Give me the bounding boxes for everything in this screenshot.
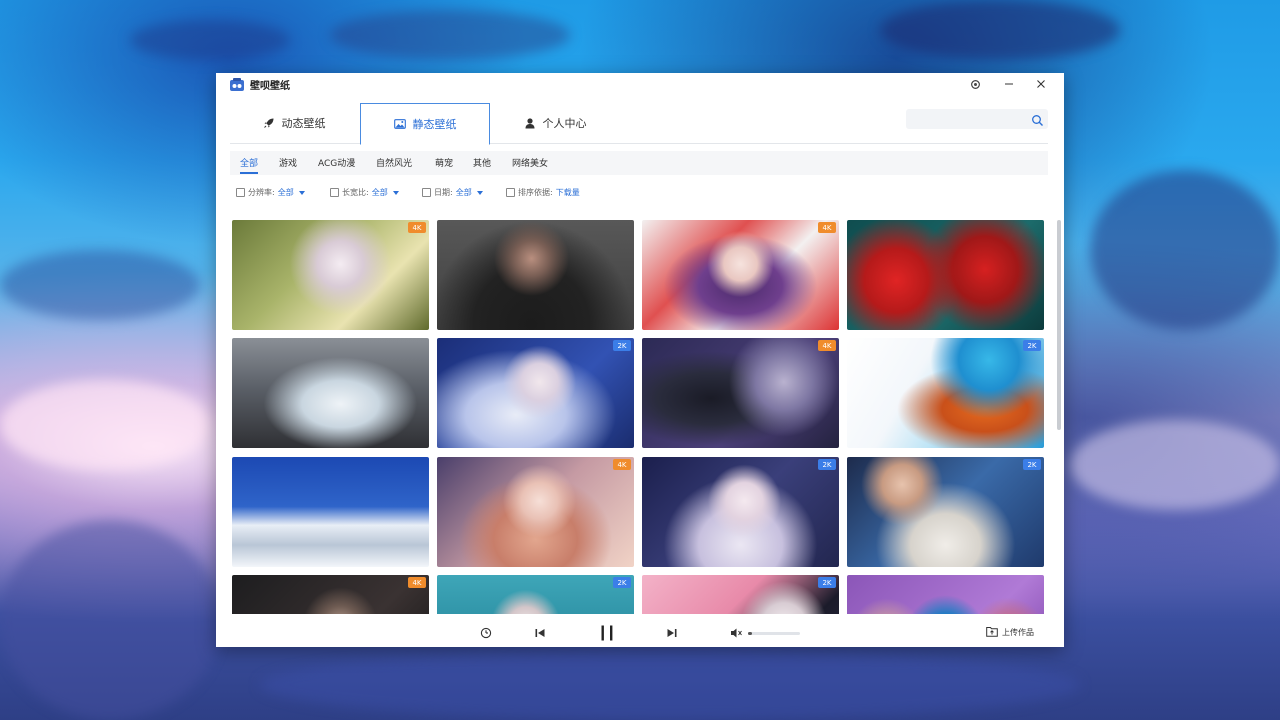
quality-badge: 2K xyxy=(613,577,631,588)
quality-badge: 4K xyxy=(818,340,836,351)
wallpaper-thumbnail[interactable]: 2K xyxy=(642,457,839,567)
category-acg[interactable]: ACG动漫 xyxy=(318,156,355,169)
wallpaper-thumbnail[interactable]: 2K xyxy=(437,575,634,614)
pause-icon[interactable] xyxy=(596,624,618,642)
wallpaper-thumbnail[interactable]: 4K xyxy=(642,338,839,448)
category-other[interactable]: 其他 xyxy=(473,156,491,169)
wallpaper-thumbnail[interactable] xyxy=(437,220,634,330)
wallpaper-thumbnail[interactable]: 2K xyxy=(642,575,839,614)
quality-badge: 2K xyxy=(613,340,631,351)
minimize-icon[interactable] xyxy=(998,75,1020,93)
tab-dynamic-wallpaper[interactable]: 动态壁纸 xyxy=(230,103,358,142)
quality-badge: 2K xyxy=(1023,459,1041,470)
quality-badge: 4K xyxy=(408,577,426,588)
tab-static-wallpaper[interactable]: 静态壁纸 xyxy=(360,103,490,145)
wallpaper-thumbnail[interactable] xyxy=(232,457,429,567)
quality-badge: 2K xyxy=(1023,340,1041,351)
wallpaper-grid: 4K 4K 2K 4K 2K 4K 2K 2K 4K 2K 2K xyxy=(232,220,1044,614)
quality-badge: 4K xyxy=(408,222,426,233)
grid-scrollbar[interactable] xyxy=(1057,220,1061,430)
calendar-icon xyxy=(422,188,431,197)
category-pets[interactable]: 萌宠 xyxy=(435,156,453,169)
close-icon[interactable] xyxy=(1030,75,1052,93)
tab-label: 动态壁纸 xyxy=(281,116,326,130)
volume-slider[interactable] xyxy=(748,632,800,635)
filter-date[interactable]: 日期: 全部 xyxy=(422,187,483,198)
category-nature[interactable]: 自然风光 xyxy=(376,156,412,169)
app-title: 壁呗壁纸 xyxy=(250,81,290,92)
wallpaper-thumbnail[interactable]: 4K xyxy=(437,457,634,567)
wallpaper-thumbnail[interactable]: 2K xyxy=(847,338,1044,448)
category-active-indicator xyxy=(240,172,258,174)
filter-resolution[interactable]: 分辨率: 全部 xyxy=(236,187,305,198)
tab-label: 静态壁纸 xyxy=(412,118,457,131)
quality-badge: 2K xyxy=(818,577,836,588)
volume-icon[interactable] xyxy=(728,624,744,642)
next-icon[interactable] xyxy=(664,624,680,642)
tab-personal-center[interactable]: 个人中心 xyxy=(490,103,620,142)
timer-icon[interactable] xyxy=(478,624,494,642)
wallpaper-thumbnail[interactable]: 4K xyxy=(232,220,429,330)
volume-slider-fill xyxy=(748,632,753,635)
image-icon xyxy=(393,118,406,130)
category-all[interactable]: 全部 xyxy=(240,156,258,169)
search-icon[interactable] xyxy=(1031,112,1044,126)
aspect-ratio-icon xyxy=(330,188,339,197)
user-icon xyxy=(524,117,536,129)
wallpaper-thumbnail[interactable]: 2K xyxy=(847,457,1044,567)
filter-sort[interactable]: 排序依据: 下载量 xyxy=(506,187,580,198)
quality-badge: 4K xyxy=(613,459,631,470)
monitor-icon xyxy=(236,188,245,197)
chevron-down-icon xyxy=(392,190,399,195)
wallpaper-thumbnail[interactable]: 4K xyxy=(642,220,839,330)
wallpaper-thumbnail[interactable] xyxy=(847,575,1044,614)
wallpaper-thumbnail[interactable] xyxy=(232,338,429,448)
wallpaper-thumbnail[interactable]: 4K xyxy=(232,575,429,614)
previous-icon[interactable] xyxy=(532,624,548,642)
filter-aspect-ratio[interactable]: 长宽比: 全部 xyxy=(330,187,399,198)
category-games[interactable]: 游戏 xyxy=(279,156,297,169)
upload-button[interactable]: 上传作品 xyxy=(986,626,1034,639)
quality-badge: 2K xyxy=(818,459,836,470)
sort-icon xyxy=(506,188,515,197)
category-bar: 全部 游戏 ACG动漫 自然风光 萌宠 其他 网络美女 xyxy=(230,151,1048,175)
wallpaper-thumbnail[interactable]: 2K xyxy=(437,338,634,448)
upload-folder-icon xyxy=(986,626,998,639)
chevron-down-icon xyxy=(476,190,483,195)
upload-label: 上传作品 xyxy=(1002,628,1034,637)
player-bar: 上传作品 xyxy=(216,619,1064,647)
wallpaper-thumbnail[interactable] xyxy=(847,220,1044,330)
title-bar[interactable]: 壁呗壁纸 xyxy=(216,73,1064,95)
tab-label: 个人中心 xyxy=(542,116,587,130)
chevron-down-icon xyxy=(298,190,305,195)
app-logo-icon xyxy=(230,77,244,91)
category-beauty[interactable]: 网络美女 xyxy=(512,156,548,169)
rocket-icon xyxy=(263,117,275,129)
gear-icon[interactable] xyxy=(964,75,986,93)
search-input[interactable] xyxy=(906,109,1048,129)
app-window: 壁呗壁纸 动态壁纸 静态壁纸 个人中心 全部 游戏 ACG动漫 自然风光 萌宠 … xyxy=(216,73,1064,647)
quality-badge: 4K xyxy=(818,222,836,233)
